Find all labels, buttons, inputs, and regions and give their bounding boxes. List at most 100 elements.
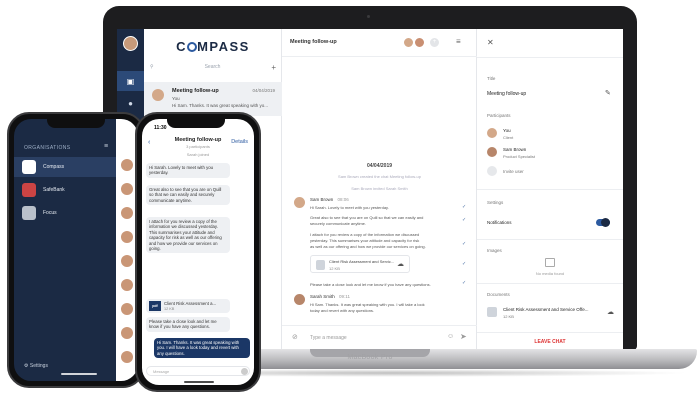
message-text: today and revert with any questions. — [310, 308, 375, 313]
camera-dot — [367, 15, 370, 18]
participant-name: Sam Brown — [503, 147, 527, 152]
message-text: Hi Sam. Thanks. It was great speaking wi… — [157, 340, 240, 356]
attachment-size: 12 KB — [329, 266, 340, 271]
file-icon — [316, 260, 325, 270]
read-tick-icon: ✓ — [462, 217, 467, 223]
document-name[interactable]: Client Risk Assessment and Service Offe.… — [503, 307, 588, 312]
divider — [477, 189, 623, 190]
message-text: Great also to see that you are on Quill … — [149, 187, 222, 203]
system-message: Sam Brown created the chat Meeting follo… — [338, 174, 421, 179]
participant-name: You — [503, 128, 511, 133]
read-tick-icon: ✓ — [462, 204, 467, 210]
contacts-nav-icon[interactable]: ● — [117, 93, 144, 113]
org-name: Focus — [43, 210, 57, 216]
compass-icon — [22, 160, 36, 174]
menu-icon[interactable]: ≡ — [456, 37, 461, 46]
search-bar[interactable]: ⚲ Search + — [150, 61, 276, 73]
read-tick-icon: ✓ — [462, 261, 467, 267]
attachment-name: Client Risk Assessment and Servic... — [329, 259, 395, 264]
org-item-compass[interactable]: Compass — [14, 157, 116, 177]
details-panel: ✕ Title Meeting follow-up ✎ Participants… — [477, 29, 623, 350]
system-message: Sam Brown invited Sarah Smith — [351, 186, 408, 191]
phone-organisations: ORGANISATIONS ≡ Compass SafeBank Focus ⚙… — [7, 112, 145, 388]
focus-icon — [22, 206, 36, 220]
message-text: as well as our offering and how we provi… — [310, 244, 426, 249]
images-label: Images — [487, 248, 502, 253]
divider — [477, 283, 623, 284]
settings-link[interactable]: ⚙ Settings — [24, 363, 48, 369]
chat-title: Meeting follow-up — [290, 39, 337, 45]
search-input[interactable]: Search — [154, 64, 272, 70]
attachment-card[interactable]: Client Risk Assessment and Servic... 12 … — [310, 255, 410, 273]
conversation-sender: You — [172, 96, 180, 101]
participant-avatar — [414, 37, 425, 48]
avatar[interactable] — [121, 255, 133, 267]
my-message-bubble: Hi Sam. Thanks. It was great speaking wi… — [154, 338, 250, 359]
message-input[interactable]: Type a message — [310, 335, 347, 341]
download-icon[interactable]: ☁ — [397, 260, 404, 268]
home-indicator — [184, 381, 214, 383]
user-avatar[interactable] — [123, 36, 138, 51]
phone-notch — [167, 119, 225, 128]
avatar — [294, 294, 305, 305]
home-indicator — [61, 373, 97, 375]
avatar[interactable] — [121, 183, 133, 195]
pdf-icon: pdf — [149, 301, 161, 311]
conversation-title: Meeting follow-up — [172, 88, 219, 94]
add-conversation-icon[interactable]: + — [271, 63, 276, 72]
avatar[interactable] — [121, 231, 133, 243]
hamburger-icon[interactable]: ≡ — [104, 143, 108, 150]
send-icon[interactable] — [241, 368, 248, 375]
message-bubble: Great also to see that you are on Quill … — [146, 185, 230, 206]
avatar[interactable] — [121, 159, 133, 171]
attachment-size: 12 KB — [164, 307, 175, 311]
message-text: Please take a close look and let me know… — [310, 282, 431, 287]
chat-nav-icon[interactable]: ▣ — [117, 71, 144, 91]
notifications-label: Notifications — [487, 220, 512, 225]
conversation-item[interactable]: Meeting follow-up 04/04/2019 You Hi Sam.… — [144, 82, 282, 116]
close-icon[interactable]: ✕ — [487, 38, 494, 47]
system-message: Sarah joined — [186, 152, 210, 157]
message-input[interactable]: Message — [146, 366, 250, 376]
title-value: Meeting follow-up — [487, 91, 527, 97]
org-item-safebank[interactable]: SafeBank — [14, 180, 116, 200]
participant-avatar — [403, 37, 414, 48]
edit-icon[interactable]: ✎ — [605, 89, 611, 97]
image-placeholder-icon — [545, 258, 555, 267]
settings-label: Settings — [29, 363, 48, 369]
title-label: Title — [487, 76, 496, 81]
message-bubble: Hi Sarah. Lovely to meet with you yester… — [146, 163, 230, 178]
avatar[interactable] — [121, 303, 133, 315]
avatar[interactable] — [121, 279, 133, 291]
add-participant-icon[interactable]: + — [429, 37, 440, 48]
leave-chat-button[interactable]: LEAVE CHAT — [477, 339, 623, 345]
message-text: securely communicate anytime. — [310, 221, 367, 226]
status-time: 11:30 — [154, 125, 167, 131]
file-icon — [487, 307, 497, 317]
download-icon[interactable]: ☁ — [607, 308, 614, 316]
avatar[interactable] — [121, 327, 133, 339]
conversation-date: 04/04/2019 — [252, 88, 275, 93]
avatar[interactable] — [121, 351, 133, 363]
avatar — [152, 89, 164, 101]
invite-user-button[interactable]: Invite user — [503, 169, 524, 174]
message-composer: ⊘ Type a message ☺ ➤ — [282, 325, 477, 350]
add-user-icon[interactable] — [487, 166, 497, 176]
send-icon[interactable]: ➤ — [460, 332, 467, 341]
paperclip-icon[interactable]: ⊘ — [292, 333, 298, 341]
details-link[interactable]: Details — [231, 139, 248, 145]
notifications-toggle[interactable] — [596, 218, 610, 227]
divider — [477, 57, 623, 58]
read-tick-icon: ✓ — [462, 241, 467, 247]
participants-label: Participants — [487, 113, 511, 118]
org-item-focus[interactable]: Focus — [14, 203, 116, 223]
message-bubble: I attach for you review a copy of the in… — [146, 217, 230, 254]
avatar — [294, 197, 305, 208]
message-bubble: Please take a close look and let me know… — [146, 317, 230, 332]
read-tick-icon: ✓ — [462, 280, 467, 286]
attachment-card[interactable]: pdf Client Risk Assessment a... 12 KB — [146, 299, 230, 313]
avatar[interactable] — [121, 207, 133, 219]
attachment-name: Client Risk Assessment a... — [164, 301, 217, 306]
emoji-icon[interactable]: ☺ — [447, 333, 454, 340]
document-size: 12 KB — [503, 314, 514, 319]
